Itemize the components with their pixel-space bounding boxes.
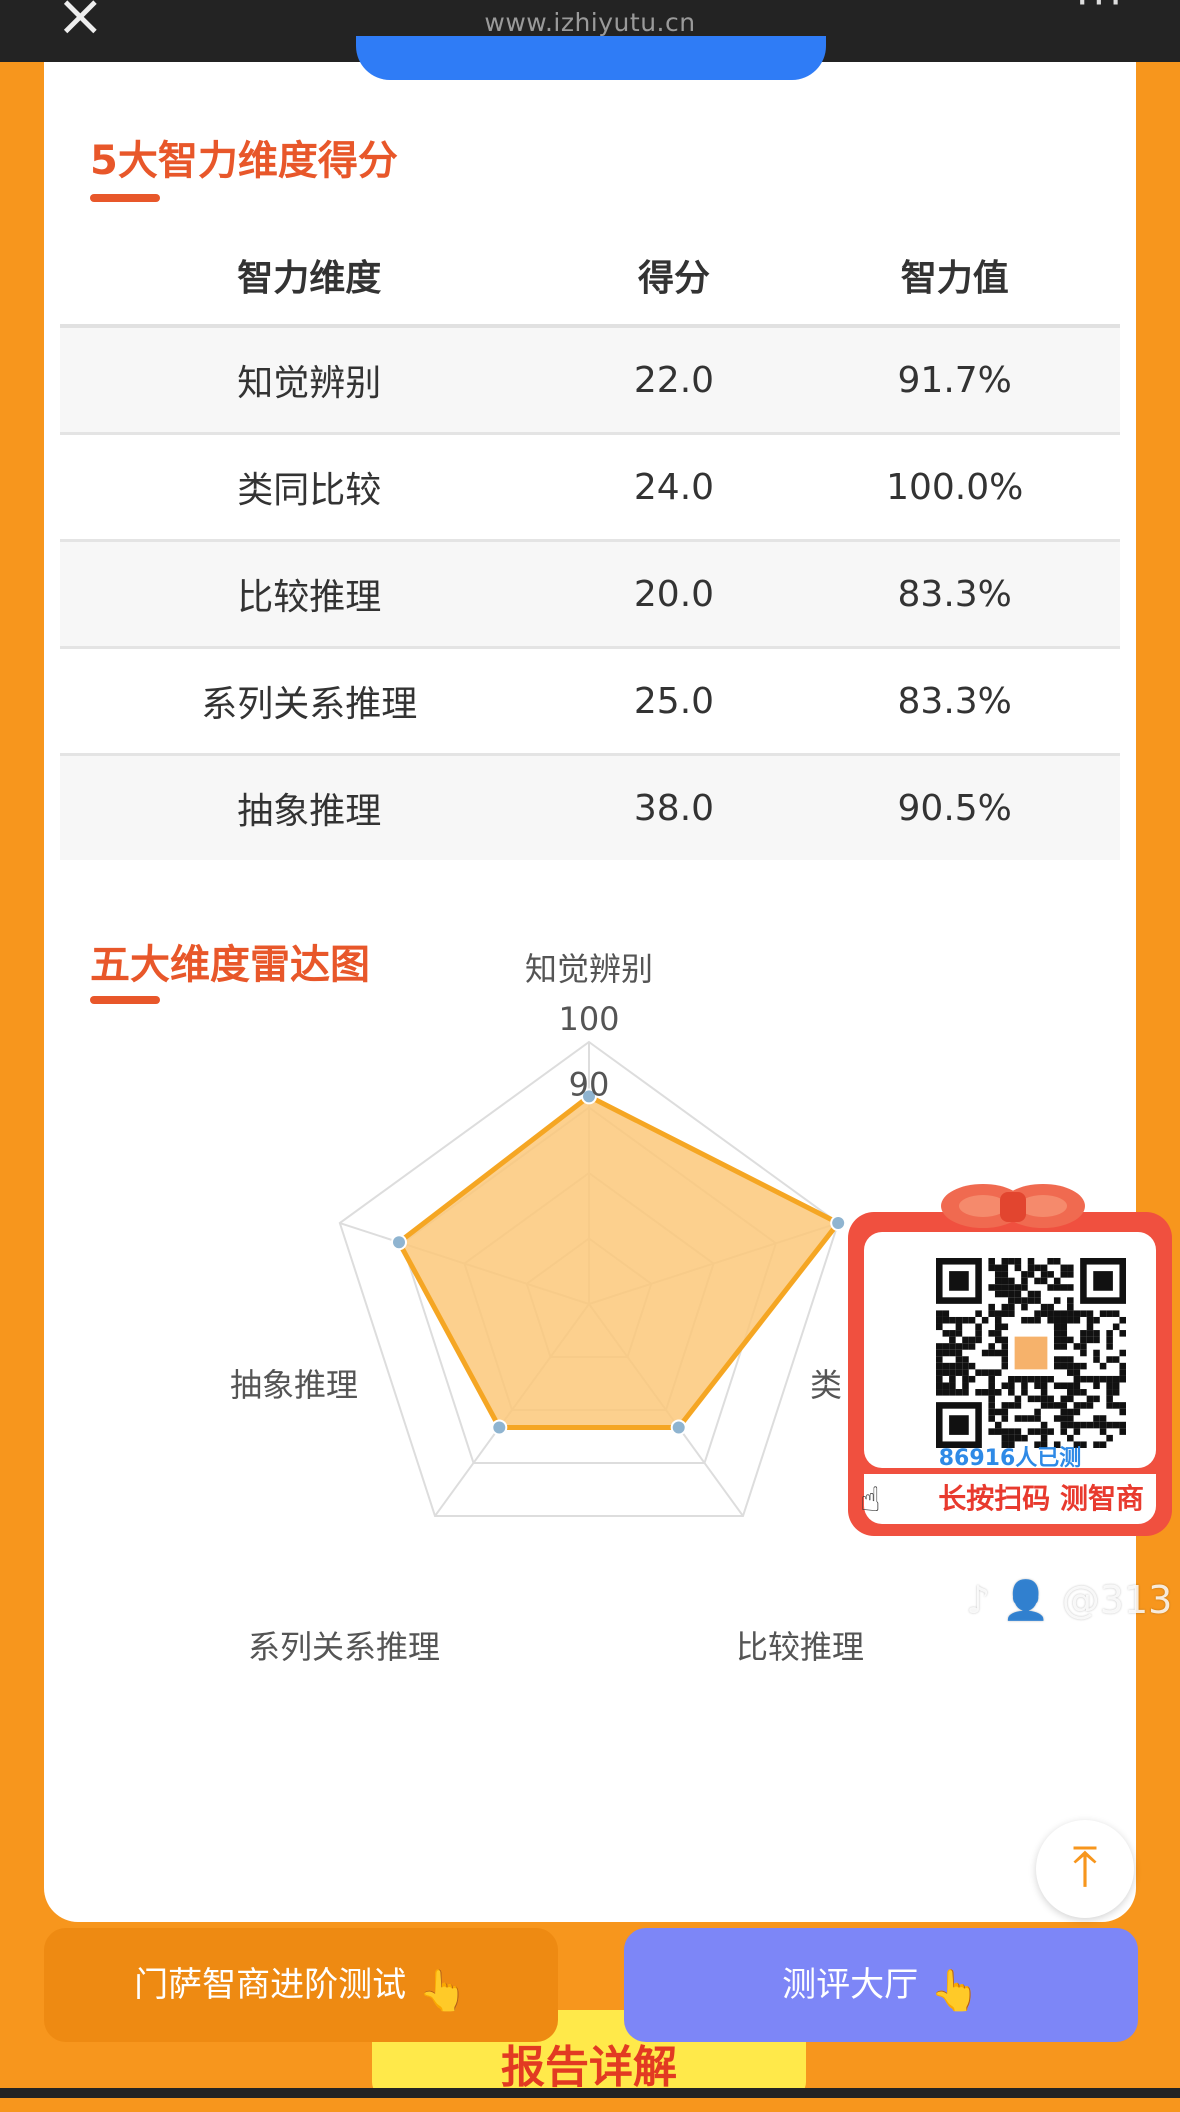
tested-count: 86916人已测: [938, 1446, 1082, 1471]
radar-point: [391, 1234, 408, 1251]
qr-frame: [864, 1232, 1156, 1468]
qr-code[interactable]: [936, 1258, 1126, 1448]
radar-point: [670, 1419, 687, 1436]
assessment-hall-button[interactable]: 测评大厅 👆: [624, 1928, 1138, 2042]
radar-scale-label: 90: [569, 1066, 610, 1104]
radar-axis-label: 比较推理: [736, 1628, 864, 1666]
bottom-bar: [0, 2088, 1180, 2098]
radar-axis-label: 系列关系推理: [248, 1628, 440, 1666]
scan-text: 长按扫码 测智商: [864, 1474, 1156, 1524]
radar-point: [830, 1215, 847, 1232]
watermark-text: @313: [1061, 1578, 1173, 1622]
pointing-hand-icon: 👆: [930, 1968, 980, 2014]
arrow-up-icon: ⤒: [1072, 1835, 1098, 1900]
douyin-logo-icon: ♪: [966, 1578, 991, 1622]
pointing-hand-icon: ☝: [860, 1480, 881, 1520]
radar-axis-label: 知觉辨别: [525, 950, 653, 988]
radar-axis-label: 抽象推理: [230, 1366, 358, 1404]
radar-chart: 100 90 知觉辨别类比较推理 系列关系推理 抽象推理: [230, 950, 864, 1666]
gift-bow-icon: [941, 1184, 1085, 1228]
back-to-top-button[interactable]: ⤒: [1036, 1820, 1134, 1918]
mensa-advanced-test-button[interactable]: 门萨智商进阶测试 👆: [44, 1928, 558, 2042]
radar-scale-label: 100: [558, 1000, 619, 1038]
radar-point: [491, 1419, 508, 1436]
pointing-hand-icon: 👆: [418, 1968, 468, 2014]
qr-promo-card[interactable]: 86916人已测 长按扫码 测智商 ☝: [848, 1184, 1172, 1536]
douyin-watermark: ♪ 👤 @313: [966, 1578, 1172, 1623]
user-icon: 👤: [1002, 1578, 1050, 1622]
button-label: 门萨智商进阶测试: [134, 1965, 407, 2005]
radar-series-area: [396, 1093, 841, 1430]
button-label: 测评大厅: [782, 1965, 919, 2005]
radar-axis-label: 类: [810, 1366, 842, 1404]
